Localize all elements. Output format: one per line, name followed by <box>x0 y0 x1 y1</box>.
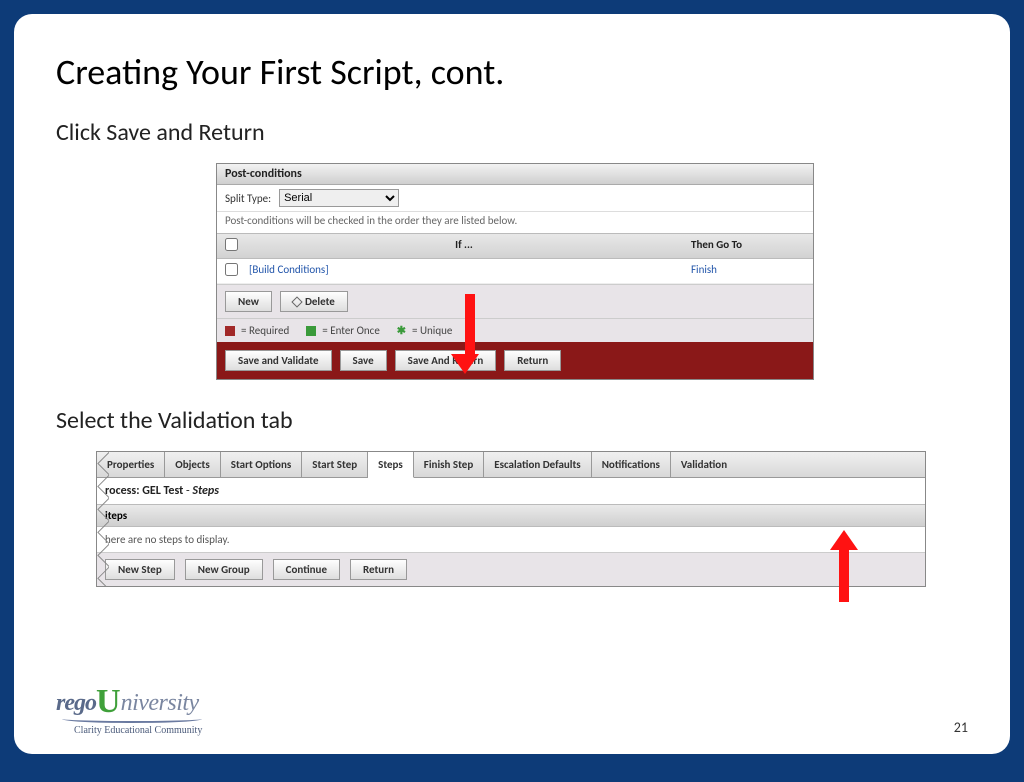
diamond-icon <box>291 296 302 307</box>
page-number: 21 <box>954 719 968 736</box>
new-button[interactable]: New <box>225 291 272 312</box>
unique-icon: ✱ <box>397 324 406 337</box>
panel-header: Post-conditions <box>217 164 813 185</box>
save-validate-button[interactable]: Save and Validate <box>225 350 332 371</box>
continue-button[interactable]: Continue <box>273 559 340 580</box>
required-icon <box>225 326 235 336</box>
help-text: Post-conditions will be checked in the o… <box>217 212 813 233</box>
post-conditions-panel: Post-conditions Split Type: Serial Post-… <box>216 163 814 380</box>
col-then: Then Go To <box>683 234 813 258</box>
build-conditions-link[interactable]: [Build Conditions] <box>249 263 329 276</box>
save-return-button[interactable]: Save And Return <box>395 350 497 371</box>
column-header-row: If ... Then Go To <box>217 233 813 259</box>
process-tabs-panel: PropertiesObjectsStart OptionsStart Step… <box>96 451 926 587</box>
tab-steps[interactable]: Steps <box>368 452 414 478</box>
tab-notifications[interactable]: Notifications <box>592 452 671 478</box>
torn-edge-icon <box>96 452 110 586</box>
arrow-down-icon <box>460 294 479 374</box>
tab-validation[interactable]: Validation <box>671 452 925 478</box>
tab-escalation-defaults[interactable]: Escalation Defaults <box>484 452 591 478</box>
tab-bar: PropertiesObjectsStart OptionsStart Step… <box>97 452 925 478</box>
legend: = Required = Enter Once ✱= Unique <box>217 318 813 342</box>
logo: regoUniversity Clarity Educational Commu… <box>56 683 202 736</box>
delete-button[interactable]: Delete <box>280 291 348 312</box>
new-step-button[interactable]: New Step <box>105 559 175 580</box>
steps-header: iteps <box>97 504 925 527</box>
no-steps-text: here are no steps to display. <box>97 527 925 552</box>
enter-once-icon <box>306 326 316 336</box>
row-checkbox[interactable] <box>225 263 238 276</box>
action-bar: Save and Validate Save Save And Return R… <box>217 342 813 379</box>
split-type-select[interactable]: Serial <box>279 189 399 207</box>
tab-finish-step[interactable]: Finish Step <box>414 452 484 478</box>
finish-link[interactable]: Finish <box>691 263 717 276</box>
split-type-label: Split Type: <box>225 192 271 205</box>
return-button[interactable]: Return <box>504 350 561 371</box>
process-title: rocess: GEL Test - Steps <box>97 478 925 504</box>
tab-objects[interactable]: Objects <box>165 452 221 478</box>
instruction-1: Click Save and Return <box>56 118 968 147</box>
save-button[interactable]: Save <box>340 350 387 371</box>
col-if: If ... <box>245 234 683 258</box>
return-button-2[interactable]: Return <box>350 559 407 580</box>
slide-title: Creating Your First Script, cont. <box>56 50 968 94</box>
instruction-2: Select the Validation tab <box>56 406 968 435</box>
condition-row: [Build Conditions] Finish <box>217 259 813 284</box>
tab-start-step[interactable]: Start Step <box>302 452 368 478</box>
tab-start-options[interactable]: Start Options <box>221 452 303 478</box>
new-group-button[interactable]: New Group <box>185 559 263 580</box>
tagline: Clarity Educational Community <box>74 725 202 736</box>
select-all-checkbox[interactable] <box>225 238 238 251</box>
arrow-up-icon <box>830 530 858 602</box>
